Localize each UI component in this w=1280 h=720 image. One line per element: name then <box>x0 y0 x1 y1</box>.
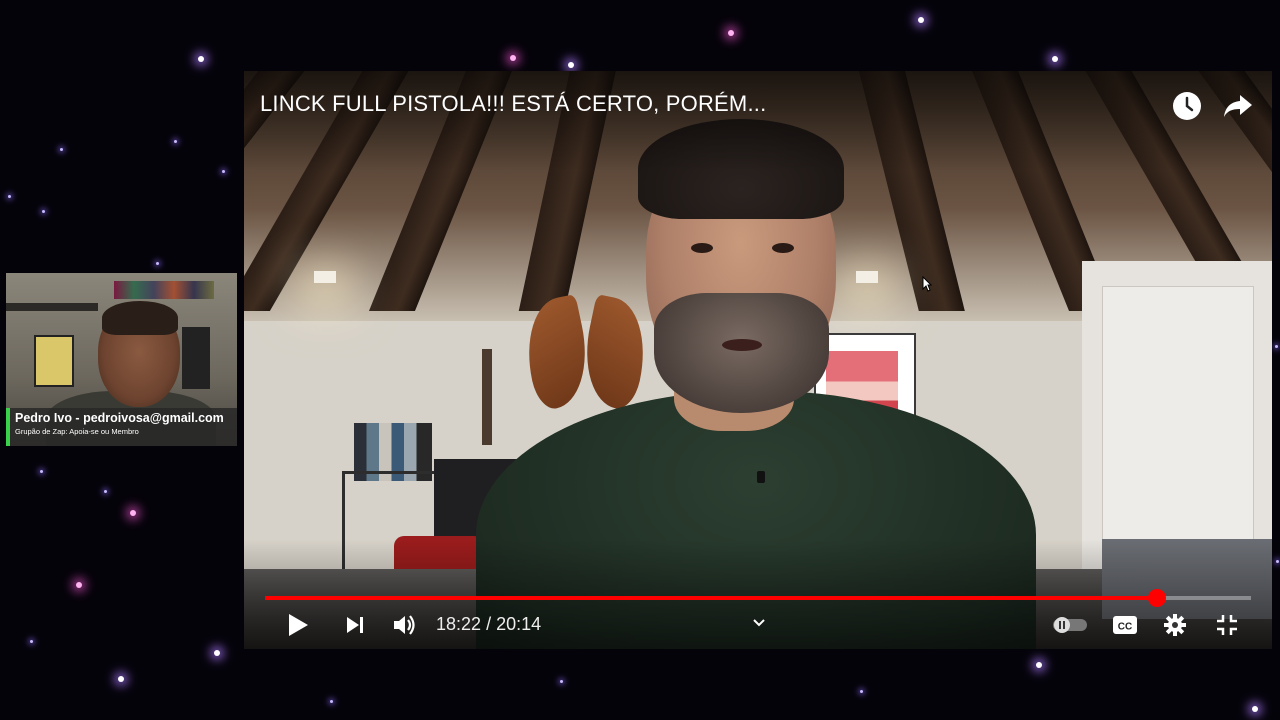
watch-later-icon[interactable] <box>1170 89 1204 123</box>
wall-poster <box>182 327 210 389</box>
watch-later-icon-glyph <box>1173 92 1201 120</box>
star <box>198 56 204 62</box>
video-title[interactable]: LINCK FULL PISTOLA!!! ESTÁ CERTO, PORÉM.… <box>260 91 766 117</box>
play-icon <box>289 614 308 636</box>
star <box>104 490 107 493</box>
star <box>60 148 63 151</box>
time-display: 18:22 / 20:14 <box>436 614 541 635</box>
volume-button[interactable] <box>390 607 420 643</box>
share-icon-glyph <box>1224 95 1252 117</box>
star <box>568 62 574 68</box>
lapel-mic <box>757 471 765 483</box>
chevron-down-icon <box>753 619 765 627</box>
star <box>1052 56 1058 62</box>
star <box>1036 662 1042 668</box>
share-icon[interactable] <box>1221 89 1255 123</box>
wall-lamp <box>314 271 336 283</box>
duration: 20:14 <box>496 614 542 634</box>
star <box>860 690 863 693</box>
star <box>1275 345 1278 348</box>
wall-poster <box>34 335 74 387</box>
star <box>560 680 563 683</box>
wing <box>516 293 598 413</box>
gear-icon <box>1164 614 1186 636</box>
chapter-expand-button[interactable] <box>744 605 774 641</box>
cc-icon: CC <box>1113 616 1137 634</box>
webcam-caption: Pedro Ivo - pedroivosa@gmail.com Grupão … <box>6 408 237 446</box>
wing <box>574 293 656 413</box>
star <box>728 30 734 36</box>
star <box>156 262 159 265</box>
top-gradient <box>244 71 1272 171</box>
autoplay-toggle-icon <box>1053 617 1087 633</box>
star <box>76 582 82 588</box>
exit-fullscreen-icon <box>1217 615 1237 635</box>
streamer-sub-caption: Grupão de Zap: Apoia-se ou Membro <box>15 427 139 436</box>
star <box>130 510 136 516</box>
next-icon <box>347 617 363 633</box>
streamer-hair <box>102 301 178 335</box>
play-button[interactable] <box>282 607 314 643</box>
exit-fullscreen-button[interactable] <box>1212 607 1242 643</box>
plant <box>482 349 492 445</box>
volume-icon <box>394 615 415 635</box>
video-player[interactable]: LINCK FULL PISTOLA!!! ESTÁ CERTO, PORÉM.… <box>244 71 1272 649</box>
progress-bar[interactable] <box>265 589 1251 607</box>
webcam-overlay: Pedro Ivo - pedroivosa@gmail.com Grupão … <box>6 273 237 446</box>
presenter-beard <box>654 293 829 413</box>
wall-lamp <box>856 271 878 283</box>
progress-played <box>265 596 1158 600</box>
next-button[interactable] <box>340 607 370 643</box>
star <box>30 640 33 643</box>
mouse-cursor <box>922 275 933 297</box>
time-separator: / <box>486 614 492 634</box>
shelf <box>6 303 98 311</box>
scene-cabinet <box>1102 286 1254 548</box>
current-time: 18:22 <box>436 614 482 634</box>
star <box>42 210 45 213</box>
star <box>1252 706 1258 712</box>
presenter-eye <box>772 243 794 253</box>
star <box>214 650 220 656</box>
star <box>222 170 225 173</box>
cursor-icon <box>922 275 933 292</box>
svg-text:CC: CC <box>1118 622 1132 633</box>
autoplay-toggle[interactable] <box>1050 607 1090 643</box>
star <box>330 700 333 703</box>
wall-wings-decor <box>516 293 656 413</box>
star <box>8 195 11 198</box>
star <box>118 676 124 682</box>
streamer-name-caption: Pedro Ivo - pedroivosa@gmail.com <box>15 411 224 425</box>
presenter-mouth <box>722 339 762 351</box>
captions-button[interactable]: CC <box>1110 607 1140 643</box>
star <box>1276 560 1279 563</box>
presenter-eye <box>691 243 713 253</box>
star <box>510 55 516 61</box>
star <box>174 140 177 143</box>
star <box>40 470 43 473</box>
settings-button[interactable] <box>1160 607 1190 643</box>
star <box>918 17 924 23</box>
bookshelf <box>114 281 214 299</box>
